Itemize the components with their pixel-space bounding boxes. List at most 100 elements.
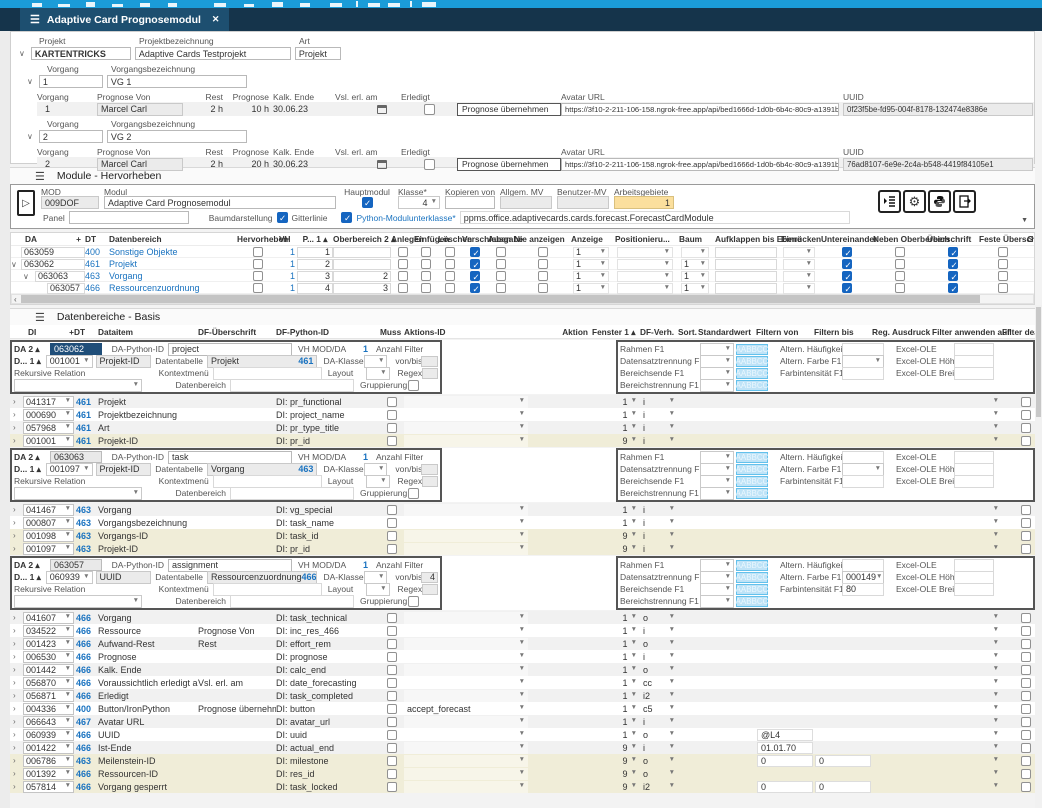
feste-ueberschrift-checkbox[interactable]: [998, 283, 1008, 293]
feste-ueberschrift-checkbox[interactable]: [998, 247, 1008, 257]
filter-deak-checkbox[interactable]: [1021, 730, 1031, 740]
filter-deak-checkbox[interactable]: [1021, 678, 1031, 688]
excel-ole-breite-field[interactable]: [954, 583, 994, 596]
rahmen-color-swatch[interactable]: AABBCC: [736, 560, 768, 571]
ausgabe-checkbox[interactable]: [496, 283, 506, 293]
di-field[interactable]: 057968▼: [23, 422, 74, 434]
prognose-von-field[interactable]: Marcel Carl: [97, 103, 183, 116]
filter-anwenden-dropdown[interactable]: ▼: [932, 625, 1002, 637]
fenster-dropdown[interactable]: 1▼: [592, 664, 640, 676]
fenster-dropdown[interactable]: 1▼: [592, 651, 640, 663]
cell-datenbereich[interactable]: Vorgang: [109, 271, 237, 281]
aktions-id-dropdown[interactable]: ▼: [404, 396, 528, 408]
tab-adaptive-card-prognosemodul[interactable]: ☰ Adaptive Card Prognosemodul ✕: [20, 8, 229, 31]
muss-checkbox[interactable]: [387, 544, 397, 554]
filtern-von-field[interactable]: [757, 396, 813, 408]
cell-df-ueberschrift[interactable]: Vsl. erl. am: [198, 678, 276, 688]
einfuegen-checkbox[interactable]: [421, 247, 431, 257]
filtern-von-field[interactable]: [757, 504, 813, 516]
di-field[interactable]: 001442▼: [23, 664, 74, 676]
chevron-down-icon[interactable]: ▼: [1021, 217, 1028, 224]
gitterlinie-checkbox[interactable]: [277, 212, 288, 223]
cell-dataitem[interactable]: Voraussichtlich erledigt am: [98, 678, 198, 688]
di-field[interactable]: 041607▼: [23, 612, 74, 624]
basis-section-menu-icon[interactable]: ☰: [35, 311, 45, 324]
block-da-field[interactable]: 063063: [50, 451, 102, 463]
df-verh-dropdown[interactable]: i▼: [640, 742, 678, 754]
row-expander-icon[interactable]: ›: [10, 436, 22, 445]
einruecken-dropdown[interactable]: ▼: [783, 271, 815, 282]
prognose-uebernehmen-button[interactable]: Prognose übernehmen: [457, 103, 561, 116]
filtern-von-field[interactable]: [757, 651, 813, 663]
di-field[interactable]: 000807▼: [23, 517, 74, 529]
oberbereich-field[interactable]: [333, 247, 391, 258]
anlegen-checkbox[interactable]: [398, 271, 408, 281]
fenster-dropdown[interactable]: 1▼: [592, 504, 640, 516]
row-expander-icon[interactable]: ›: [10, 613, 22, 622]
block-da-field[interactable]: 063057: [50, 559, 102, 571]
aktions-id-dropdown[interactable]: ▼: [404, 742, 528, 754]
baum-dropdown[interactable]: 1▼: [681, 283, 709, 294]
avatar-url-field[interactable]: https://3f10-2-211-106-158.ngrok-free.ap…: [561, 158, 839, 171]
untereinander-checkbox[interactable]: [842, 247, 852, 257]
prognose-uebernehmen-button[interactable]: Prognose übernehmen: [457, 158, 561, 171]
filter-anwenden-dropdown[interactable]: ▼: [932, 742, 1002, 754]
row-expander-icon[interactable]: ›: [10, 678, 22, 687]
block-di-dropdown[interactable]: 001001▼: [46, 355, 93, 368]
muss-checkbox[interactable]: [387, 730, 397, 740]
filter-anwenden-dropdown[interactable]: ▼: [932, 504, 1002, 516]
baum-dropdown[interactable]: ▼: [681, 247, 709, 258]
cell-dataitem[interactable]: Vorgangs-ID: [98, 531, 198, 541]
filtern-bis-field[interactable]: [815, 396, 871, 408]
cell-df-ueberschrift[interactable]: Prognose übernehmen: [198, 704, 276, 714]
oberbereich-field[interactable]: 2: [333, 271, 391, 282]
filtern-bis-field[interactable]: [815, 690, 871, 702]
filtern-bis-field[interactable]: [815, 435, 871, 447]
muss-checkbox[interactable]: [387, 397, 397, 407]
excel-ole-breite-field[interactable]: [954, 475, 994, 488]
bereichstrennung-color-swatch[interactable]: AABBCC: [736, 488, 768, 499]
untereinander-checkbox[interactable]: [842, 271, 852, 281]
block-di-name-field[interactable]: Projekt-ID: [96, 463, 152, 476]
df-verh-dropdown[interactable]: c5▼: [640, 703, 678, 715]
cell-df-ueberschrift[interactable]: Rest: [198, 639, 276, 649]
aktions-id-dropdown[interactable]: ▼: [404, 638, 528, 650]
module-list-icon[interactable]: [878, 190, 901, 213]
nie-anzeigen-checkbox[interactable]: [538, 259, 548, 269]
muss-checkbox[interactable]: [387, 505, 397, 515]
farbintensitaet-field[interactable]: 80: [842, 583, 884, 596]
fenster-dropdown[interactable]: 1▼: [592, 409, 640, 421]
muss-checkbox[interactable]: [387, 518, 397, 528]
cell-dataitem[interactable]: Kalk. Ende: [98, 665, 198, 675]
horizontal-scrollbar[interactable]: ‹: [11, 294, 1034, 304]
cell-dataitem[interactable]: Button/IronPython: [98, 704, 198, 714]
row-expander-icon[interactable]: ›: [10, 730, 22, 739]
hervorheben-checkbox[interactable]: [253, 259, 263, 269]
df-verh-dropdown[interactable]: i2▼: [640, 781, 678, 793]
filtern-von-field[interactable]: [757, 517, 813, 529]
filtern-bis-field[interactable]: [815, 742, 871, 754]
einfuegen-checkbox[interactable]: [421, 283, 431, 293]
vorgang-expander-icon[interactable]: ∨: [27, 132, 33, 141]
row-expander-icon[interactable]: ›: [10, 505, 22, 514]
aktions-id-dropdown[interactable]: ▼: [404, 755, 528, 767]
filter-deak-checkbox[interactable]: [1021, 423, 1031, 433]
aktions-id-dropdown[interactable]: ▼: [404, 768, 528, 780]
filter-anwenden-dropdown[interactable]: ▼: [932, 677, 1002, 689]
fenster-dropdown[interactable]: 1▼: [592, 422, 640, 434]
rahmen-color-swatch[interactable]: AABBCC: [736, 344, 768, 355]
aktions-id-dropdown[interactable]: ▼: [404, 504, 528, 516]
datenbereich-field[interactable]: [230, 379, 354, 392]
neben-oberbereich-checkbox[interactable]: [895, 247, 905, 257]
filter-deak-checkbox[interactable]: [1021, 743, 1031, 753]
da-field[interactable]: 063063: [35, 271, 85, 282]
untereinander-checkbox[interactable]: [842, 259, 852, 269]
loeschen-checkbox[interactable]: [445, 283, 455, 293]
ausgabe-checkbox[interactable]: [496, 271, 506, 281]
di-field[interactable]: 001097▼: [23, 543, 74, 555]
cell-dataitem[interactable]: Aufwand-Rest: [98, 639, 198, 649]
projekt-field[interactable]: KARTENTRICKS: [31, 47, 131, 60]
cell-datenbereich[interactable]: Ressourcenzuordnung: [109, 283, 237, 293]
block-di-name-field[interactable]: Projekt-ID: [96, 355, 152, 368]
fenster-dropdown[interactable]: 1▼: [592, 638, 640, 650]
